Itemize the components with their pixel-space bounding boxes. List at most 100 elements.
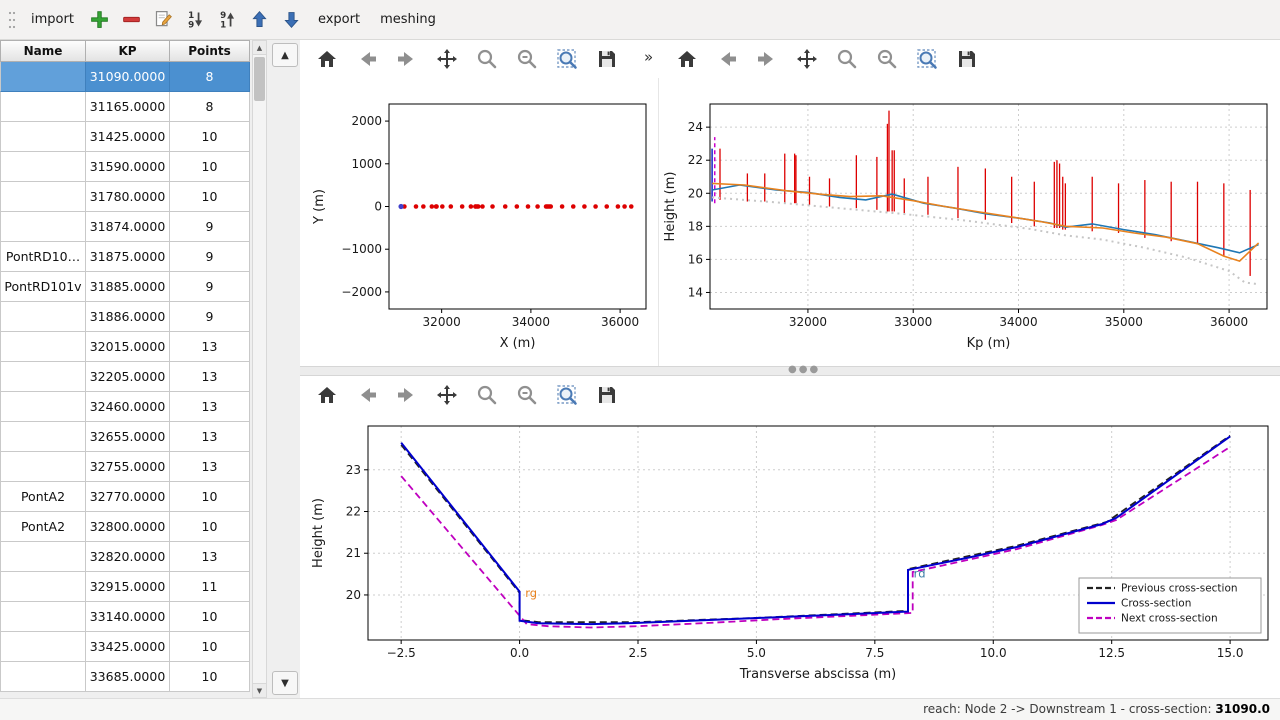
cell-kp[interactable]: 32755.0000 [86, 452, 170, 482]
table-row[interactable]: PontRD10…31875.00009 [0, 242, 250, 272]
longitudinal-profile-canvas[interactable]: 3200033000340003500036000141618202224Kp … [660, 78, 1280, 366]
cell-name[interactable] [0, 392, 86, 422]
table-row[interactable]: 32015.000013 [0, 332, 250, 362]
cell-kp[interactable]: 32460.0000 [86, 392, 170, 422]
zoom-button[interactable] [472, 44, 502, 74]
cell-name[interactable]: PontRD10… [0, 242, 86, 272]
home-button[interactable] [672, 44, 702, 74]
add-button[interactable] [86, 5, 114, 33]
save-button[interactable] [952, 44, 982, 74]
move-up-button[interactable] [246, 5, 274, 33]
subplots-button[interactable] [512, 44, 542, 74]
pan-button[interactable] [432, 380, 462, 410]
cell-kp[interactable]: 33140.0000 [86, 602, 170, 632]
cell-name[interactable] [0, 212, 86, 242]
cell-name[interactable] [0, 332, 86, 362]
table-row[interactable]: 33685.000010 [0, 662, 250, 692]
table-row[interactable]: 31874.00009 [0, 212, 250, 242]
subplots-button[interactable] [512, 380, 542, 410]
cell-points[interactable]: 13 [170, 362, 250, 392]
cell-name[interactable] [0, 452, 86, 482]
cell-points[interactable]: 13 [170, 422, 250, 452]
cell-name[interactable]: PontA2 [0, 482, 86, 512]
table-row[interactable]: 31886.00009 [0, 302, 250, 332]
cell-points[interactable]: 9 [170, 272, 250, 302]
cell-kp[interactable]: 31874.0000 [86, 212, 170, 242]
menu-export[interactable]: export [308, 7, 370, 32]
cell-kp[interactable]: 33685.0000 [86, 662, 170, 692]
cell-kp[interactable]: 31886.0000 [86, 302, 170, 332]
menu-meshing[interactable]: meshing [370, 7, 446, 32]
back-button[interactable] [352, 380, 382, 410]
plan-view-plot[interactable]: 320003400036000200010000−1000−2000X (m)Y… [305, 78, 657, 366]
cell-kp[interactable]: 31885.0000 [86, 272, 170, 302]
column-header-points[interactable]: Points [170, 40, 250, 62]
sort-asc-button[interactable]: 19 [182, 5, 210, 33]
cell-points[interactable]: 13 [170, 392, 250, 422]
forward-button[interactable] [752, 44, 782, 74]
cell-name[interactable] [0, 122, 86, 152]
cell-name[interactable] [0, 542, 86, 572]
menu-import[interactable]: import [21, 7, 84, 32]
table-row[interactable]: PontA232800.000010 [0, 512, 250, 542]
table-row[interactable]: 32205.000013 [0, 362, 250, 392]
cell-name[interactable]: PontRD101v [0, 272, 86, 302]
zoom-rect-button[interactable] [552, 380, 582, 410]
cell-points[interactable]: 13 [170, 542, 250, 572]
edit-button[interactable] [150, 5, 178, 33]
plan-view-canvas[interactable]: 320003400036000200010000−1000−2000X (m)Y… [305, 78, 657, 366]
table-row[interactable]: 31165.00008 [0, 92, 250, 122]
move-row-down-button[interactable]: ▼ [272, 671, 298, 695]
table-row[interactable]: 31090.00008 [0, 62, 250, 92]
cell-name[interactable] [0, 662, 86, 692]
subplots-button[interactable] [872, 44, 902, 74]
scrollbar-down-icon[interactable]: ▼ [253, 683, 266, 697]
pan-button[interactable] [432, 44, 462, 74]
cell-kp[interactable]: 32770.0000 [86, 482, 170, 512]
column-header-name[interactable]: Name [0, 40, 86, 62]
cell-points[interactable]: 10 [170, 512, 250, 542]
longitudinal-profile-plot[interactable]: 3200033000340003500036000141618202224Kp … [660, 78, 1280, 366]
cell-points[interactable]: 13 [170, 332, 250, 362]
cell-kp[interactable]: 32820.0000 [86, 542, 170, 572]
cross-section-plot[interactable]: −2.50.02.55.07.510.012.515.020212223Tran… [300, 410, 1280, 696]
cell-name[interactable] [0, 572, 86, 602]
cell-kp[interactable]: 32800.0000 [86, 512, 170, 542]
save-button[interactable] [592, 380, 622, 410]
cell-points[interactable]: 10 [170, 602, 250, 632]
table-row[interactable]: 32460.000013 [0, 392, 250, 422]
table-row[interactable]: 31780.000010 [0, 182, 250, 212]
cell-kp[interactable]: 33425.0000 [86, 632, 170, 662]
sort-desc-button[interactable]: 91 [214, 5, 242, 33]
cell-points[interactable]: 9 [170, 212, 250, 242]
table-row[interactable]: 32655.000013 [0, 422, 250, 452]
cell-kp[interactable]: 31425.0000 [86, 122, 170, 152]
table-row[interactable]: 32915.000011 [0, 572, 250, 602]
table-row[interactable]: 31425.000010 [0, 122, 250, 152]
zoom-rect-button[interactable] [552, 44, 582, 74]
cell-name[interactable] [0, 632, 86, 662]
forward-button[interactable] [392, 44, 422, 74]
cell-kp[interactable]: 32655.0000 [86, 422, 170, 452]
horizontal-splitter[interactable]: ●●● [300, 366, 1280, 376]
cell-points[interactable]: 8 [170, 62, 250, 92]
cell-name[interactable] [0, 152, 86, 182]
cell-points[interactable]: 9 [170, 242, 250, 272]
table-scrollbar[interactable]: ▲ ▼ [252, 40, 267, 698]
cell-points[interactable]: 10 [170, 152, 250, 182]
cell-name[interactable] [0, 182, 86, 212]
toolbar-grip[interactable] [8, 9, 16, 31]
home-button[interactable] [312, 380, 342, 410]
table-row[interactable]: 32755.000013 [0, 452, 250, 482]
cell-points[interactable]: 10 [170, 182, 250, 212]
remove-button[interactable] [118, 5, 146, 33]
table-row[interactable]: 32820.000013 [0, 542, 250, 572]
back-button[interactable] [712, 44, 742, 74]
cell-points[interactable]: 8 [170, 92, 250, 122]
zoom-button[interactable] [832, 44, 862, 74]
back-button[interactable] [352, 44, 382, 74]
table-row[interactable]: PontRD101v31885.00009 [0, 272, 250, 302]
cell-kp[interactable]: 31590.0000 [86, 152, 170, 182]
move-row-up-button[interactable]: ▲ [272, 43, 298, 67]
cell-points[interactable]: 10 [170, 122, 250, 152]
